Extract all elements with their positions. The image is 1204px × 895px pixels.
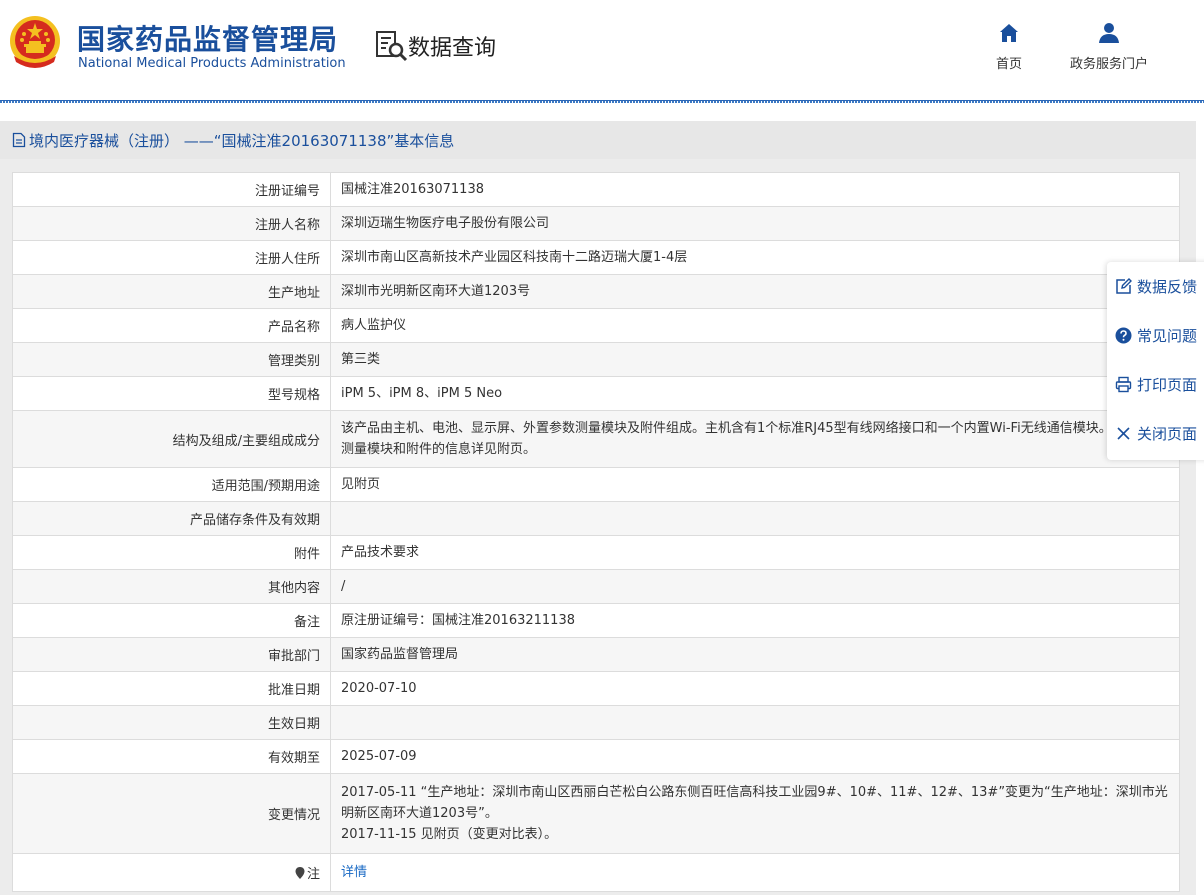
table-row: 批准日期 2020-07-10 — [12, 671, 1180, 706]
nav-home-label: 首页 — [996, 57, 1023, 72]
row-value: 2025-07-09 — [330, 739, 1180, 774]
table-row: 注册证编号 国械注准20163071138 — [12, 172, 1180, 207]
nav-home-link[interactable]: 首页 — [996, 22, 1022, 72]
row-label: 注册人住所 — [12, 240, 331, 275]
faq-button[interactable]: 常见问题 — [1107, 311, 1204, 360]
registration-info-table: 注册证编号 国械注准20163071138 注册人名称 深圳迈瑞生物医疗电子股份… — [12, 172, 1180, 892]
row-value: 深圳市光明新区南环大道1203号 — [330, 274, 1180, 309]
table-row: 型号规格 iPM 5、iPM 8、iPM 5 Neo — [12, 376, 1180, 411]
user-icon — [1099, 23, 1119, 43]
row-value — [330, 705, 1180, 740]
details-link[interactable]: 详情 — [341, 865, 367, 880]
question-icon — [1115, 327, 1132, 344]
row-label: 注 — [306, 867, 320, 882]
print-page-label: 打印页面 — [1137, 376, 1198, 394]
table-row: 生产地址 深圳市光明新区南环大道1203号 — [12, 274, 1180, 309]
row-label: 注册证编号 — [12, 172, 331, 207]
row-label: 适用范围/预期用途 — [12, 467, 331, 502]
panel-title: 境内医疗器械（注册） ——“国械注准20163071138”基本信息 — [29, 131, 455, 150]
table-row: 产品名称 病人监护仪 — [12, 308, 1180, 343]
national-emblem-icon — [10, 16, 60, 68]
row-value: 国家药品监督管理局 — [330, 637, 1180, 672]
home-icon — [1000, 24, 1018, 42]
row-value: 国械注准20163071138 — [330, 172, 1180, 207]
row-value: 病人监护仪 — [330, 308, 1180, 343]
row-label: 其他内容 — [12, 569, 331, 604]
row-value: 该产品由主机、电池、显示屏、外置参数测量模块及附件组成。主机含有1个标准RJ45… — [330, 410, 1180, 468]
row-label-note: 注 — [12, 853, 331, 892]
change-entry: 2017-11-15 见附页（变更对比表）。 — [341, 827, 558, 842]
document-icon — [12, 132, 26, 148]
data-query-icon — [376, 31, 408, 62]
close-page-button[interactable]: 关闭页面 — [1107, 409, 1204, 458]
row-value — [330, 501, 1180, 536]
table-row: 结构及组成/主要组成成分 该产品由主机、电池、显示屏、外置参数测量模块及附件组成… — [12, 410, 1180, 468]
table-row: 注 详情 — [12, 853, 1180, 892]
nav-portal-label: 政务服务门户 — [1070, 57, 1149, 72]
row-label: 备注 — [12, 603, 331, 638]
row-label: 管理类别 — [12, 342, 331, 377]
row-value: 第三类 — [330, 342, 1180, 377]
print-icon — [1115, 376, 1132, 393]
table-row: 适用范围/预期用途 见附页 — [12, 467, 1180, 502]
agency-name-cn: 国家药品监督管理局 — [77, 23, 339, 56]
data-feedback-label: 数据反馈 — [1137, 278, 1198, 296]
row-label: 注册人名称 — [12, 206, 331, 241]
row-value: 2020-07-10 — [330, 671, 1180, 706]
table-row: 其他内容 / — [12, 569, 1180, 604]
table-row: 备注 原注册证编号：国械注准20163211138 — [12, 603, 1180, 638]
row-value-cell: 详情 — [330, 853, 1180, 892]
table-row: 有效期至 2025-07-09 — [12, 739, 1180, 774]
row-label: 附件 — [12, 535, 331, 570]
row-value: iPM 5、iPM 8、iPM 5 Neo — [330, 376, 1180, 411]
table-row: 注册人名称 深圳迈瑞生物医疗电子股份有限公司 — [12, 206, 1180, 241]
location-pin-icon — [295, 867, 305, 879]
row-label: 变更情况 — [12, 773, 331, 854]
row-label: 生效日期 — [12, 705, 331, 740]
row-label: 产品名称 — [12, 308, 331, 343]
data-query-title: 数据查询 — [408, 36, 497, 61]
row-label: 审批部门 — [12, 637, 331, 672]
close-icon — [1117, 427, 1130, 440]
row-label: 型号规格 — [12, 376, 331, 411]
data-feedback-button[interactable]: 数据反馈 — [1107, 262, 1204, 311]
table-row: 审批部门 国家药品监督管理局 — [12, 637, 1180, 672]
panel-title-bar: 境内医疗器械（注册） ——“国械注准20163071138”基本信息 — [0, 121, 1196, 159]
row-label: 生产地址 — [12, 274, 331, 309]
table-row: 注册人住所 深圳市南山区高新技术产业园区科技南十二路迈瑞大厦1-4层 — [12, 240, 1180, 275]
print-page-button[interactable]: 打印页面 — [1107, 360, 1204, 409]
nav-portal-link[interactable]: 政务服务门户 — [1070, 22, 1148, 72]
change-history: 2017-05-11 “生产地址：深圳市南山区西丽白芒松白公路东侧百旺信高科技工… — [330, 773, 1180, 854]
table-row: 变更情况 2017-05-11 “生产地址：深圳市南山区西丽白芒松白公路东侧百旺… — [12, 773, 1180, 854]
header-divider — [0, 100, 1204, 103]
agency-name-en: National Medical Products Administration — [78, 56, 346, 71]
row-label: 产品储存条件及有效期 — [12, 501, 331, 536]
edit-icon — [1116, 278, 1132, 294]
row-label: 批准日期 — [12, 671, 331, 706]
site-header: 国家药品监督管理局 National Medical Products Admi… — [0, 0, 1204, 103]
row-value: / — [330, 569, 1180, 604]
table-row: 生效日期 — [12, 705, 1180, 740]
row-value: 原注册证编号：国械注准20163211138 — [330, 603, 1180, 638]
row-value: 深圳迈瑞生物医疗电子股份有限公司 — [330, 206, 1180, 241]
table-row: 管理类别 第三类 — [12, 342, 1180, 377]
row-value: 深圳市南山区高新技术产业园区科技南十二路迈瑞大厦1-4层 — [330, 240, 1180, 275]
row-label: 结构及组成/主要组成成分 — [12, 410, 331, 468]
change-entry: 2017-05-11 “生产地址：深圳市南山区西丽白芒松白公路东侧百旺信高科技工… — [341, 785, 1168, 821]
table-row: 附件 产品技术要求 — [12, 535, 1180, 570]
faq-label: 常见问题 — [1137, 327, 1198, 345]
table-row: 产品储存条件及有效期 — [12, 501, 1180, 536]
row-value: 产品技术要求 — [330, 535, 1180, 570]
side-toolbar: 数据反馈 常见问题 打印页面 关闭页面 — [1107, 262, 1204, 460]
row-value: 见附页 — [330, 467, 1180, 502]
row-label: 有效期至 — [12, 739, 331, 774]
close-page-label: 关闭页面 — [1137, 425, 1198, 443]
